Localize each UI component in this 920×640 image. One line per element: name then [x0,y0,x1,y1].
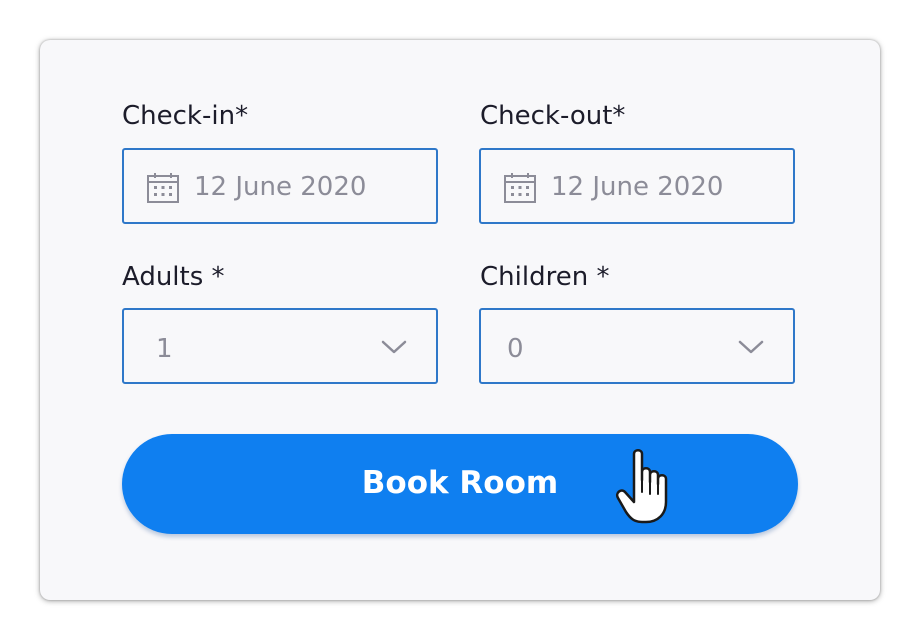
book-room-label: Book Room [361,465,559,501]
children-select[interactable]: 0 [479,308,795,384]
book-room-button[interactable]: Book Room [122,434,798,534]
children-value: 0 [507,334,524,364]
checkout-date-value: 12 June 2020 [551,172,724,202]
calendar-icon [147,173,179,203]
adults-label: Adults * [122,262,225,292]
hand-pointer-icon [616,449,668,524]
checkout-label: Check-out* [480,101,626,131]
page: Check-in* 12 June 2020 Check-out* 12 Jun… [0,0,920,640]
calendar-icon [504,173,536,203]
checkout-date-field[interactable]: 12 June 2020 [479,148,795,224]
chevron-down-icon [738,340,764,354]
checkin-date-value: 12 June 2020 [194,172,367,202]
adults-value: 1 [156,334,173,364]
children-label: Children * [480,262,610,292]
checkin-label: Check-in* [122,101,249,131]
adults-select[interactable]: 1 [122,308,438,384]
checkin-date-field[interactable]: 12 June 2020 [122,148,438,224]
chevron-down-icon [381,340,407,354]
